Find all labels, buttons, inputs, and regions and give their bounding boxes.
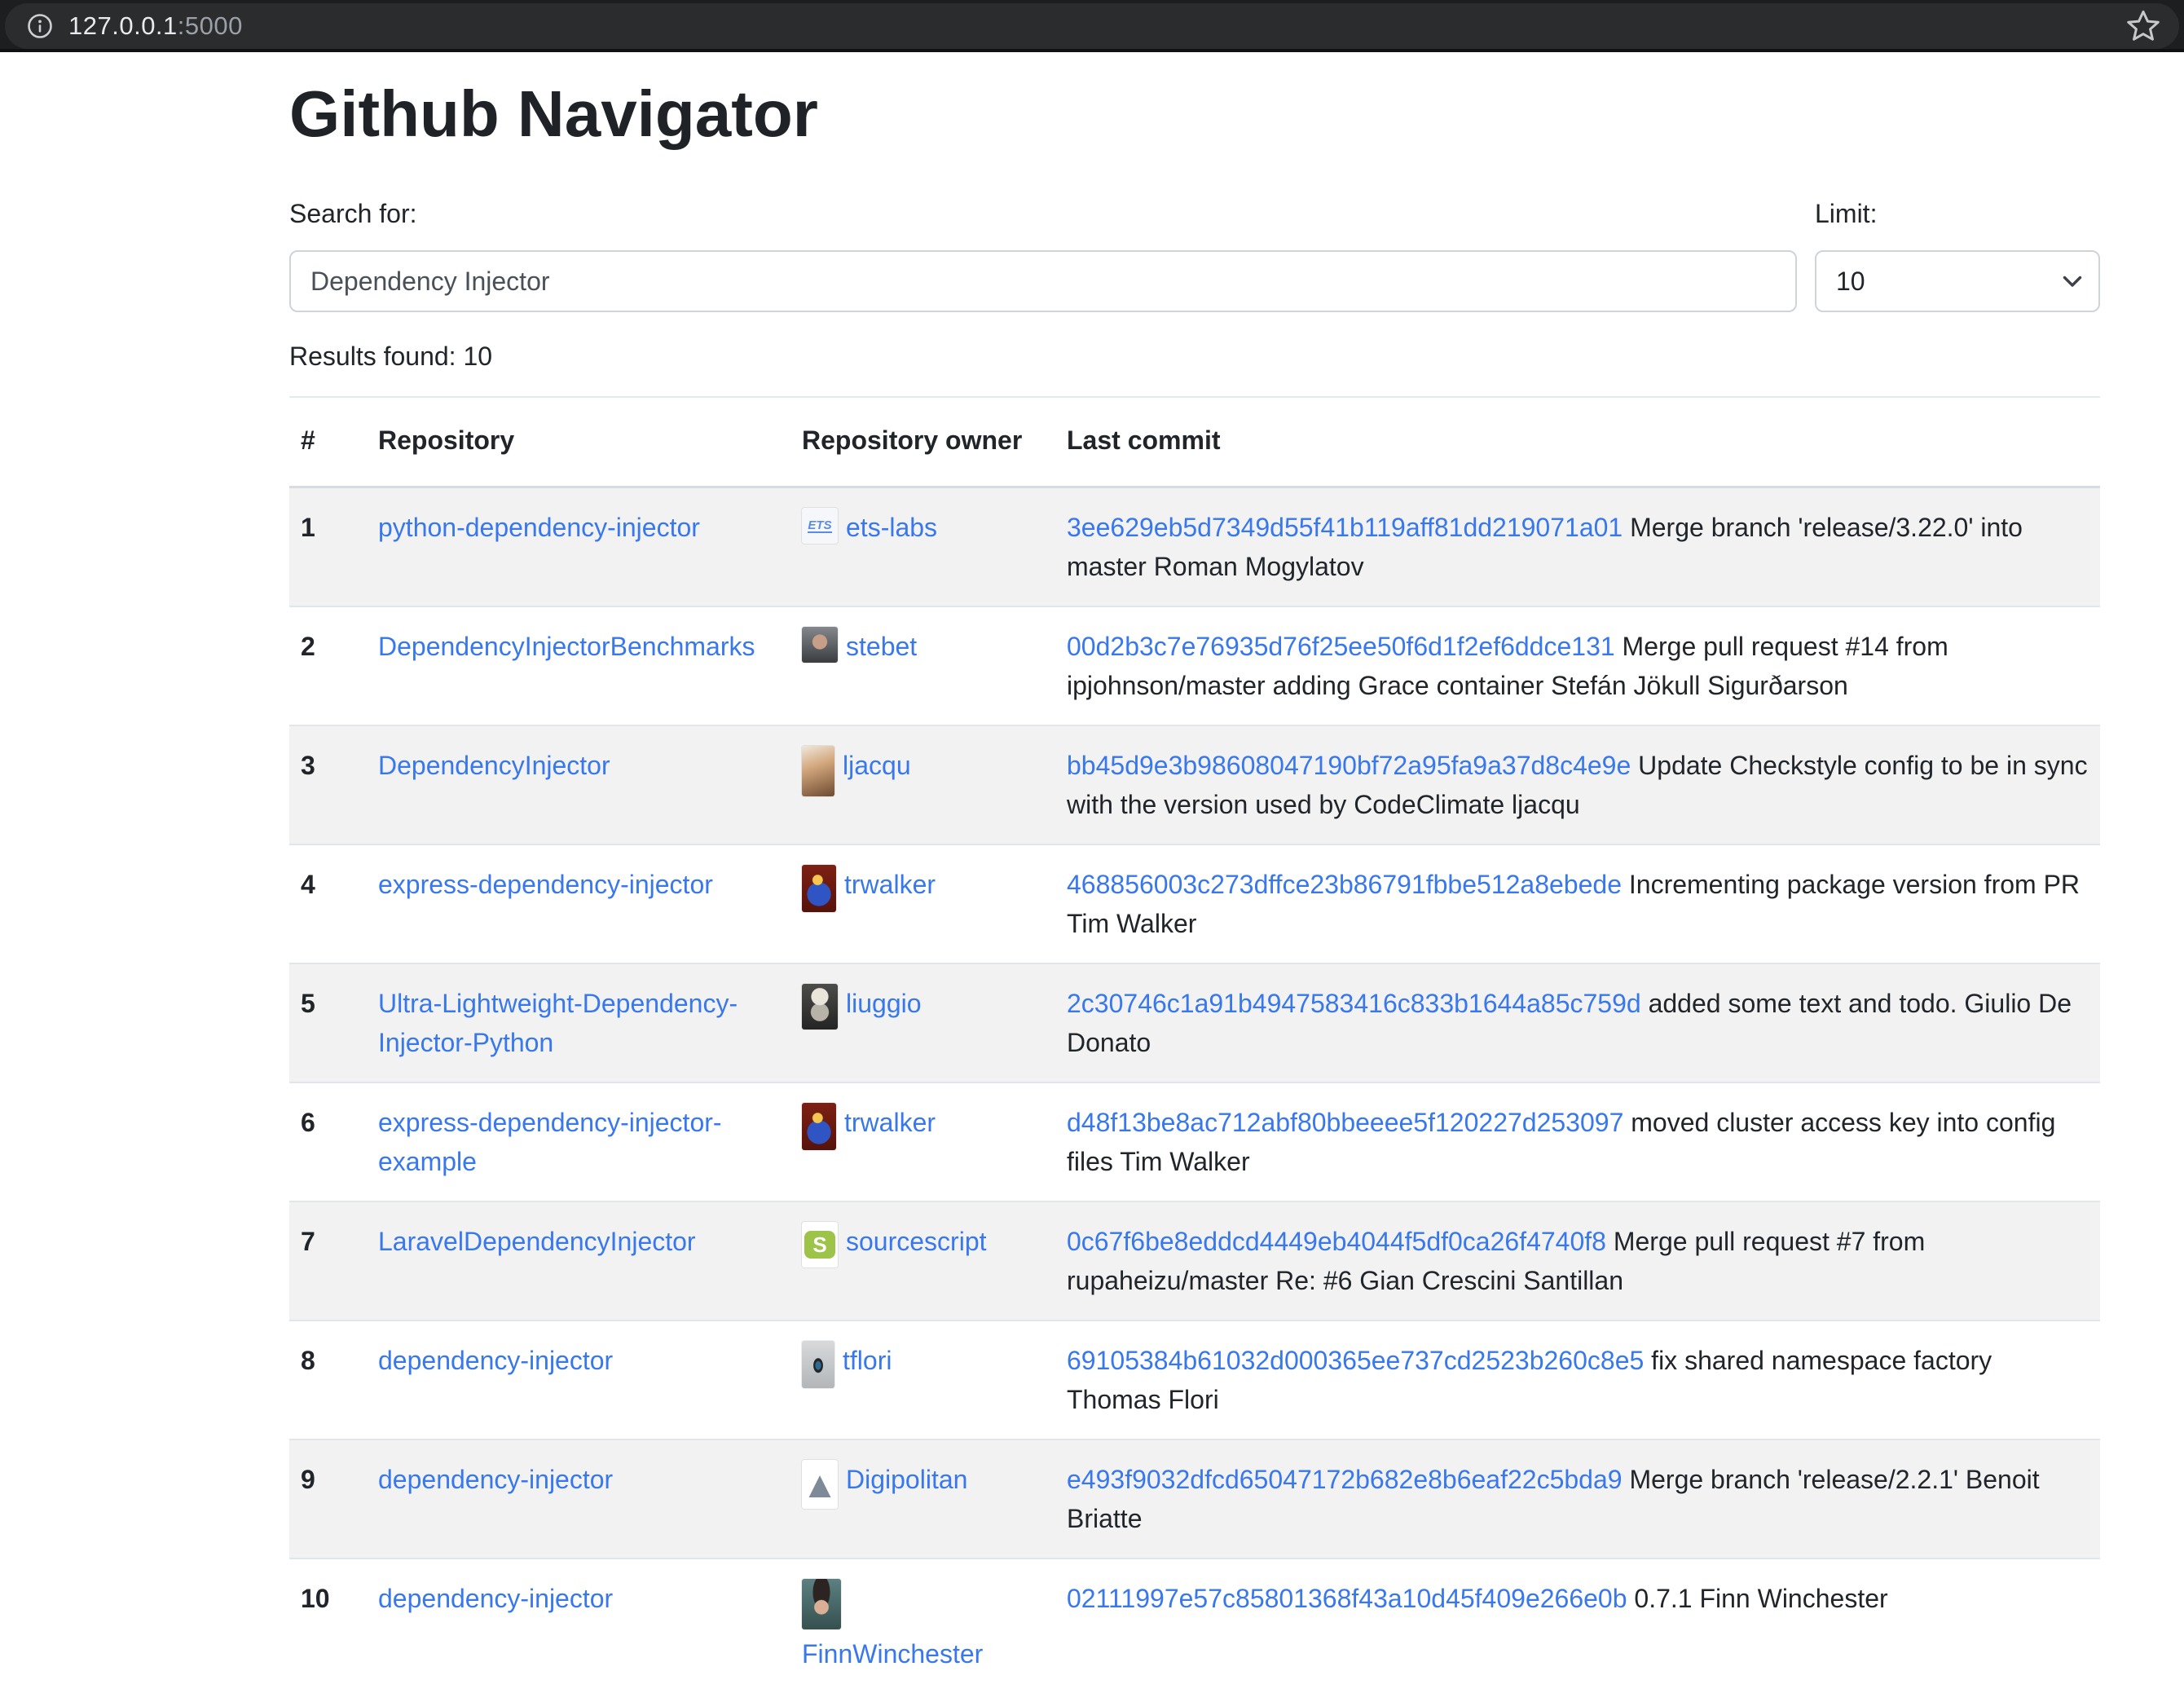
search-label: Search for: — [289, 199, 1797, 229]
browser-chrome: 127.0.0.1:5000 — [0, 0, 2184, 52]
owner-link[interactable]: stebet — [846, 632, 917, 661]
owner-avatar: S — [802, 1222, 838, 1268]
repo-link[interactable]: DependencyInjector — [378, 751, 610, 780]
repo-link[interactable]: DependencyInjectorBenchmarks — [378, 632, 755, 661]
url-text: 127.0.0.1:5000 — [68, 11, 243, 41]
table-row: 4 express-dependency-injector trwalker 4688… — [289, 844, 2100, 963]
owner-avatar: ETS — [802, 508, 838, 544]
table-row: 1 python-dependency-injector ETS ets-labs 3e… — [289, 487, 2100, 607]
commit-hash-link[interactable]: 00d2b3c7e76935d76f25ee50f6d1f2ef6ddce131 — [1067, 632, 1615, 661]
owner-link[interactable]: Digipolitan — [846, 1465, 967, 1494]
page-title: Github Navigator — [289, 75, 2100, 153]
owner-avatar: ▲ — [802, 1460, 838, 1509]
row-index: 10 — [289, 1559, 367, 1693]
repo-table: # Repository Repository owner Last commi… — [289, 398, 2100, 1693]
repo-link[interactable]: dependency-injector — [378, 1584, 613, 1613]
repo-link[interactable]: dependency-injector — [378, 1346, 613, 1375]
repo-link[interactable]: python-dependency-injector — [378, 513, 700, 542]
row-index: 1 — [289, 487, 367, 607]
row-index: 4 — [289, 844, 367, 963]
commit-hash-link[interactable]: 468856003c273dffce23b86791fbbe512a8ebede — [1067, 870, 1622, 899]
table-row: 7 LaravelDependencyInjector Ssourcescript 0… — [289, 1201, 2100, 1320]
owner-link[interactable]: tflori — [843, 1346, 892, 1375]
url-port: :5000 — [178, 11, 243, 40]
row-index: 2 — [289, 606, 367, 725]
owner-link[interactable]: ljacqu — [843, 751, 911, 780]
column-header-repository: Repository — [367, 398, 790, 487]
column-header-owner: Repository owner — [790, 398, 1055, 487]
repo-link[interactable]: express-dependency-injector-example — [378, 1108, 722, 1176]
table-row: 9 dependency-injector ▲ Digipolitan e493f903… — [289, 1439, 2100, 1559]
row-index: 7 — [289, 1201, 367, 1320]
owner-link[interactable]: trwalker — [844, 870, 936, 899]
commit-hash-link[interactable]: e493f9032dfcd65047172b682e8b6eaf22c5bda9 — [1067, 1465, 1623, 1494]
owner-avatar — [802, 627, 838, 663]
owner-avatar — [802, 1341, 834, 1388]
owner-link[interactable]: liuggio — [846, 989, 922, 1018]
owner-link[interactable]: FinnWinchester — [802, 1639, 983, 1669]
main-content: Github Navigator Search for: Limit: 10 R… — [289, 75, 2100, 1693]
table-row: 6express-dependency-injector-example trwa… — [289, 1082, 2100, 1201]
commit-hash-link[interactable]: 02111997e57c85801368f43a10d45f409e266e0b — [1067, 1584, 1627, 1613]
repo-link[interactable]: Ultra-Lightweight-Dependency-Injector-Py… — [378, 989, 738, 1057]
owner-avatar — [802, 1103, 836, 1150]
table-row: 2 DependencyInjectorBenchmarks stebet 00d2b… — [289, 606, 2100, 725]
owner-link[interactable]: trwalker — [844, 1108, 936, 1137]
url-host: 127.0.0.1 — [68, 11, 178, 40]
repo-link[interactable]: LaravelDependencyInjector — [378, 1227, 696, 1256]
column-header-last-commit: Last commit — [1055, 398, 2100, 487]
limit-label: Limit: — [1815, 199, 2100, 229]
commit-hash-link[interactable]: bb45d9e3b98608047190bf72a95fa9a37d8c4e9e — [1067, 751, 1631, 780]
table-row: 10 dependency-injector FinnWinchester 02111… — [289, 1559, 2100, 1693]
column-header-index: # — [289, 398, 367, 487]
row-index: 6 — [289, 1082, 367, 1201]
owner-avatar — [802, 1579, 841, 1629]
row-index: 5 — [289, 963, 367, 1082]
row-index: 8 — [289, 1320, 367, 1439]
commit-hash-link[interactable]: d48f13be8ac712abf80bbeeee5f120227d253097 — [1067, 1108, 1623, 1137]
commit-message: 0.7.1 Finn Winchester — [1634, 1584, 1887, 1613]
owner-link[interactable]: sourcescript — [846, 1227, 987, 1256]
row-index: 3 — [289, 725, 367, 844]
limit-select[interactable]: 10 — [1815, 250, 2100, 312]
commit-hash-link[interactable]: 0c67f6be8eddcd4449eb4044f5df0ca26f4740f8 — [1067, 1227, 1606, 1256]
table-row: 5Ultra-Lightweight-Dependency-Injector-P… — [289, 963, 2100, 1082]
commit-hash-link[interactable]: 2c30746c1a91b4947583416c833b1644a85c759d — [1067, 989, 1641, 1018]
info-icon[interactable] — [26, 12, 54, 40]
address-bar[interactable]: 127.0.0.1:5000 — [5, 3, 2179, 49]
table-row: 3 DependencyInjector ljacqu bb45d9e3b986080… — [289, 725, 2100, 844]
owner-link[interactable]: ets-labs — [846, 513, 937, 542]
repo-table-header: # Repository Repository owner Last commi… — [289, 398, 2100, 487]
star-icon[interactable] — [2124, 7, 2163, 46]
repo-link[interactable]: dependency-injector — [378, 1465, 613, 1494]
commit-hash-link[interactable]: 3ee629eb5d7349d55f41b119aff81dd219071a01 — [1067, 513, 1623, 542]
owner-avatar — [802, 865, 836, 912]
results-count: Results found: 10 — [289, 342, 2100, 372]
owner-avatar — [802, 746, 834, 796]
row-index: 9 — [289, 1439, 367, 1559]
table-row: 8 dependency-injector tflori 69105384b61032… — [289, 1320, 2100, 1439]
commit-hash-link[interactable]: 69105384b61032d000365ee737cd2523b260c8e5 — [1067, 1346, 1644, 1375]
owner-avatar — [802, 984, 838, 1029]
repo-table-body: 1python-dependency-injectorETSets-labs3e… — [289, 487, 2100, 1693]
search-input[interactable] — [289, 250, 1797, 312]
search-form: Search for: Limit: 10 — [289, 199, 2100, 312]
repo-link[interactable]: express-dependency-injector — [378, 870, 713, 899]
